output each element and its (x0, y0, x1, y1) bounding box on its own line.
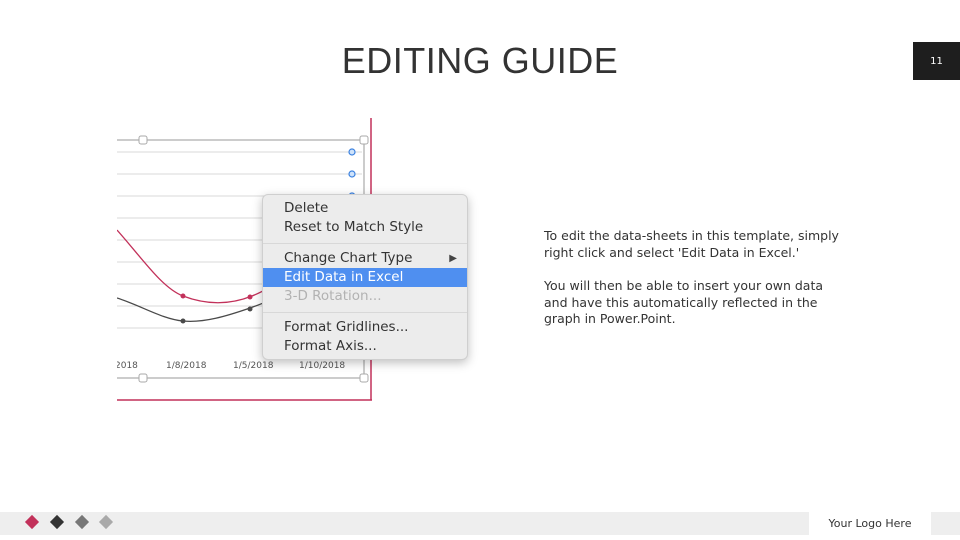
data-point (247, 294, 253, 300)
x-tick-label: 1/5/2018 (233, 361, 274, 371)
instruction-paragraph-2: You will then be able to insert your own… (544, 278, 824, 326)
menu-item-label: Reset to Match Style (284, 219, 424, 235)
page-number: 11 (913, 42, 960, 80)
menu-item-format-gridlines[interactable]: Format Gridlines... (263, 318, 467, 337)
menu-item-label: Change Chart Type (284, 250, 413, 266)
menu-item-label: 3-D Rotation... (284, 288, 382, 304)
data-point (180, 293, 186, 299)
slide-title: EDITING GUIDE (341, 40, 619, 81)
menu-item-label: Edit Data in Excel (284, 269, 404, 285)
x-tick-label: 1/8/2018 (166, 361, 207, 371)
selection-dot (348, 148, 356, 156)
resize-handle (138, 135, 148, 145)
menu-item-label: Format Axis... (284, 338, 377, 354)
resize-handle (359, 135, 369, 145)
instruction-paragraph-1: To edit the data-sheets in this template… (544, 228, 839, 260)
menu-item-edit-data-in-excel[interactable]: Edit Data in Excel (263, 268, 467, 287)
footer-logo-text: Your Logo Here (828, 517, 912, 530)
resize-handle (138, 373, 148, 383)
menu-separator (263, 312, 467, 313)
menu-item-change-chart-type[interactable]: Change Chart Type ▶ (263, 249, 467, 268)
x-tick-label: 2018 (117, 361, 138, 371)
selection-dot (348, 170, 356, 178)
menu-item-label: Format Gridlines... (284, 319, 409, 335)
resize-handle (359, 373, 369, 383)
x-tick-label: 1/10/2018 (299, 361, 346, 371)
menu-item-reset-style[interactable]: Reset to Match Style (263, 218, 467, 237)
menu-item-label: Delete (284, 200, 329, 216)
menu-item-format-axis[interactable]: Format Axis... (263, 337, 467, 356)
menu-item-3d-rotation: 3-D Rotation... (263, 287, 467, 306)
context-menu: Delete Reset to Match Style Change Chart… (262, 194, 468, 360)
menu-item-delete[interactable]: Delete (263, 199, 467, 218)
data-point (180, 318, 186, 324)
menu-separator (263, 243, 467, 244)
series-line-dark (117, 297, 278, 322)
data-point (247, 306, 253, 312)
triangle-right-icon: ▶ (449, 253, 457, 264)
